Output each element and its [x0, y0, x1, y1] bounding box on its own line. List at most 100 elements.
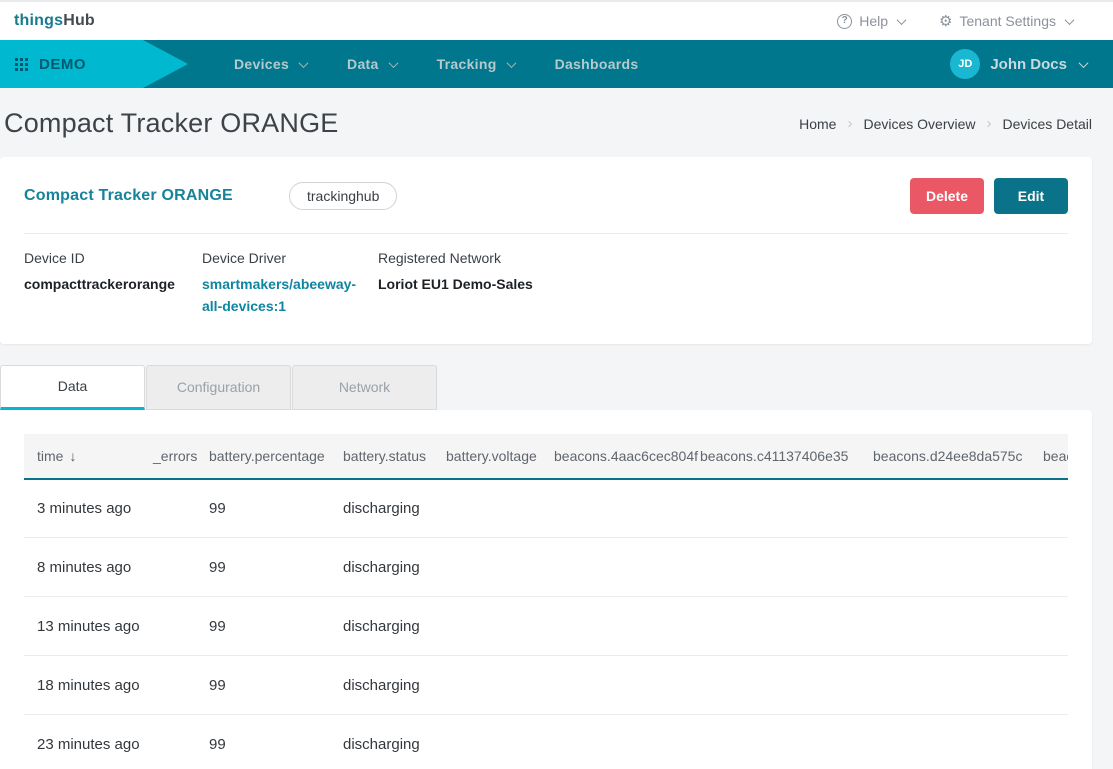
- cell-battery-status: discharging: [330, 656, 433, 715]
- cell-time: 23 minutes ago: [24, 715, 140, 769]
- cell-battery-percentage: 99: [196, 538, 330, 597]
- brand-logo-secondary: Hub: [63, 12, 95, 29]
- field-label: Device Driver: [202, 250, 358, 266]
- nav-item-dashboards[interactable]: Dashboards: [555, 56, 639, 72]
- tab-data[interactable]: Data: [0, 365, 145, 410]
- nav-item-label: Tracking: [437, 56, 497, 72]
- main-navbar: DEMO Devices Data Tracking Dashboards JD…: [0, 40, 1113, 88]
- cell-beacon-1: [541, 656, 687, 715]
- chevron-down-icon: [388, 58, 398, 68]
- help-icon: ?: [837, 14, 852, 29]
- cell-beacon-3: [860, 538, 1030, 597]
- cell-beacon-1: [541, 479, 687, 538]
- cell-errors: [140, 479, 196, 538]
- cell-beacon-4: [1030, 479, 1068, 538]
- device-summary-card: Compact Tracker ORANGE trackinghub Delet…: [0, 157, 1092, 344]
- cell-errors: [140, 538, 196, 597]
- breadcrumb: Home › Devices Overview › Devices Detail: [799, 115, 1092, 132]
- column-header-beacon-1[interactable]: beacons.4aac6cec804f: [541, 434, 687, 479]
- topbar: thingsHub ? Help ⚙ Tenant Settings: [0, 0, 1113, 40]
- user-menu[interactable]: JD John Docs: [950, 49, 1087, 79]
- field-registered-network: Registered Network Loriot EU1 Demo-Sales: [378, 250, 553, 318]
- help-menu[interactable]: ? Help: [837, 13, 905, 29]
- cell-battery-percentage: 99: [196, 656, 330, 715]
- chevron-down-icon: [1079, 58, 1089, 68]
- cell-beacon-2: [687, 597, 860, 656]
- cell-battery-status: discharging: [330, 538, 433, 597]
- tenant-settings-label: Tenant Settings: [959, 13, 1056, 29]
- column-header-errors[interactable]: _errors: [140, 434, 196, 479]
- cell-battery-voltage: [433, 656, 541, 715]
- field-label: Registered Network: [378, 250, 533, 266]
- grid-icon: [15, 58, 28, 71]
- page-head: Compact Tracker ORANGE Home › Devices Ov…: [0, 88, 1092, 157]
- table-row: 18 minutes ago 99 discharging: [24, 656, 1068, 715]
- sort-descending-icon: ↓: [69, 448, 76, 464]
- chevron-down-icon: [506, 58, 516, 68]
- cell-beacon-1: [541, 538, 687, 597]
- tab-network[interactable]: Network: [292, 365, 437, 410]
- cell-beacon-3: [860, 479, 1030, 538]
- device-tag-badge: trackinghub: [289, 182, 397, 210]
- device-id-value: compacttrackerorange: [24, 273, 182, 295]
- cell-battery-percentage: 99: [196, 597, 330, 656]
- user-name: John Docs: [990, 56, 1067, 73]
- column-header-time[interactable]: time↓: [24, 434, 140, 479]
- cell-battery-voltage: [433, 715, 541, 769]
- chevron-down-icon: [897, 15, 907, 25]
- cell-battery-status: discharging: [330, 479, 433, 538]
- nav-item-label: Data: [347, 56, 379, 72]
- cell-beacon-4: [1030, 715, 1068, 769]
- device-fields: Device ID compacttrackerorange Device Dr…: [0, 234, 1092, 344]
- breadcrumb-devices-overview[interactable]: Devices Overview: [863, 116, 975, 132]
- cell-battery-voltage: [433, 538, 541, 597]
- cell-battery-status: discharging: [330, 715, 433, 769]
- column-header-beacon-2[interactable]: beacons.c41137406e35: [687, 434, 860, 479]
- table-body: 3 minutes ago 99 discharging 8: [24, 479, 1068, 769]
- chevron-down-icon: [299, 58, 309, 68]
- cell-beacon-4: [1030, 538, 1068, 597]
- nav-item-tracking[interactable]: Tracking: [437, 56, 515, 72]
- table-row: 3 minutes ago 99 discharging: [24, 479, 1068, 538]
- cell-beacon-1: [541, 597, 687, 656]
- cell-battery-voltage: [433, 479, 541, 538]
- data-table-scroll-area[interactable]: time↓ _errors battery.percentage battery…: [24, 434, 1068, 769]
- nav-item-data[interactable]: Data: [347, 56, 397, 72]
- tab-configuration[interactable]: Configuration: [146, 365, 291, 410]
- cell-beacon-3: [860, 656, 1030, 715]
- nav-item-devices[interactable]: Devices: [234, 56, 307, 72]
- delete-button[interactable]: Delete: [910, 178, 984, 214]
- gear-icon: ⚙: [939, 14, 952, 29]
- tenant-selector[interactable]: DEMO: [0, 40, 188, 88]
- column-header-battery-voltage[interactable]: battery.voltage: [433, 434, 541, 479]
- device-driver-link[interactable]: smartmakers/abeeway-all-devices:1: [202, 273, 358, 318]
- device-actions: Delete Edit: [910, 178, 1068, 214]
- cell-battery-percentage: 99: [196, 715, 330, 769]
- breadcrumb-devices-detail: Devices Detail: [1003, 116, 1092, 132]
- device-card-header: Compact Tracker ORANGE trackinghub Delet…: [0, 157, 1092, 214]
- cell-beacon-2: [687, 538, 860, 597]
- cell-beacon-4: [1030, 597, 1068, 656]
- column-header-beacon-3[interactable]: beacons.d24ee8da575c: [860, 434, 1030, 479]
- breadcrumb-home[interactable]: Home: [799, 116, 836, 132]
- cell-time: 13 minutes ago: [24, 597, 140, 656]
- cell-errors: [140, 597, 196, 656]
- table-row: 23 minutes ago 99 discharging: [24, 715, 1068, 769]
- column-header-battery-percentage[interactable]: battery.percentage: [196, 434, 330, 479]
- table-row: 8 minutes ago 99 discharging: [24, 538, 1068, 597]
- column-header-beacon-4[interactable]: beaco: [1030, 434, 1068, 479]
- topbar-right: ? Help ⚙ Tenant Settings: [837, 13, 1073, 29]
- cell-time: 18 minutes ago: [24, 656, 140, 715]
- cell-battery-percentage: 99: [196, 479, 330, 538]
- registered-network-value: Loriot EU1 Demo-Sales: [378, 273, 533, 295]
- chevron-down-icon: [1065, 15, 1075, 25]
- field-label: Device ID: [24, 250, 182, 266]
- brand-logo[interactable]: thingsHub: [14, 12, 95, 30]
- column-header-battery-status[interactable]: battery.status: [330, 434, 433, 479]
- edit-button[interactable]: Edit: [994, 178, 1068, 214]
- nav-items: Devices Data Tracking Dashboards: [234, 56, 638, 72]
- cell-errors: [140, 715, 196, 769]
- tenant-settings-menu[interactable]: ⚙ Tenant Settings: [939, 13, 1073, 29]
- table-header-row: time↓ _errors battery.percentage battery…: [24, 434, 1068, 479]
- cell-time: 3 minutes ago: [24, 479, 140, 538]
